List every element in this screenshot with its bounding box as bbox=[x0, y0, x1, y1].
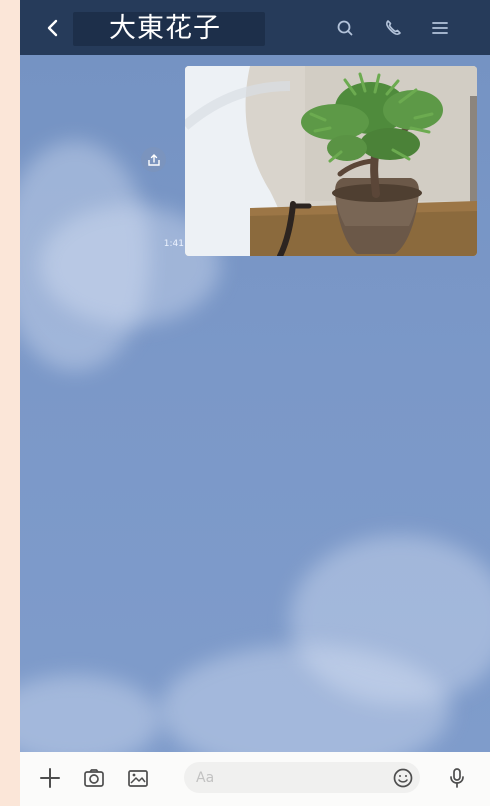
chat-title: 大東花子 bbox=[73, 12, 265, 46]
microphone-button[interactable] bbox=[445, 766, 469, 790]
chat-screen: 大東花子 1:41 Aa bbox=[20, 0, 490, 806]
emoji-button[interactable] bbox=[391, 766, 415, 790]
share-icon bbox=[147, 153, 160, 166]
camera-button[interactable] bbox=[82, 766, 106, 790]
background-cloud bbox=[20, 675, 160, 752]
back-button[interactable] bbox=[40, 15, 66, 41]
phone-icon bbox=[386, 20, 401, 35]
call-button[interactable] bbox=[380, 15, 406, 41]
menu-button[interactable] bbox=[427, 15, 453, 41]
chat-message-area[interactable]: 1:41 bbox=[20, 55, 490, 752]
image-icon bbox=[128, 770, 148, 787]
plus-button[interactable] bbox=[38, 766, 62, 790]
search-icon bbox=[337, 20, 353, 36]
bonsai-photo-image bbox=[185, 66, 477, 256]
chevron-left-icon bbox=[47, 19, 58, 37]
image-button[interactable] bbox=[126, 766, 150, 790]
plus-icon bbox=[40, 768, 60, 788]
message-timestamp: 1:41 bbox=[163, 239, 184, 249]
chat-header: 大東花子 bbox=[20, 0, 490, 55]
message-input[interactable] bbox=[184, 762, 420, 793]
share-button[interactable] bbox=[141, 147, 166, 172]
bonsai-pine-tree-photo[interactable] bbox=[185, 66, 477, 256]
menu-icon bbox=[432, 22, 448, 34]
message-input-bar bbox=[20, 752, 490, 806]
microphone-icon bbox=[450, 768, 464, 788]
camera-icon bbox=[84, 769, 104, 787]
search-button[interactable] bbox=[332, 15, 358, 41]
emoji-icon bbox=[393, 768, 413, 788]
